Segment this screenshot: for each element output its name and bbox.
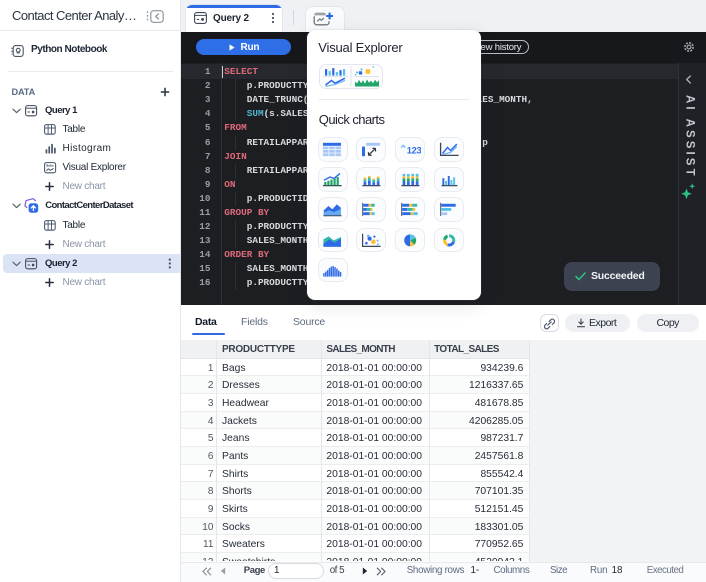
- svg-text:123: 123: [407, 145, 421, 155]
